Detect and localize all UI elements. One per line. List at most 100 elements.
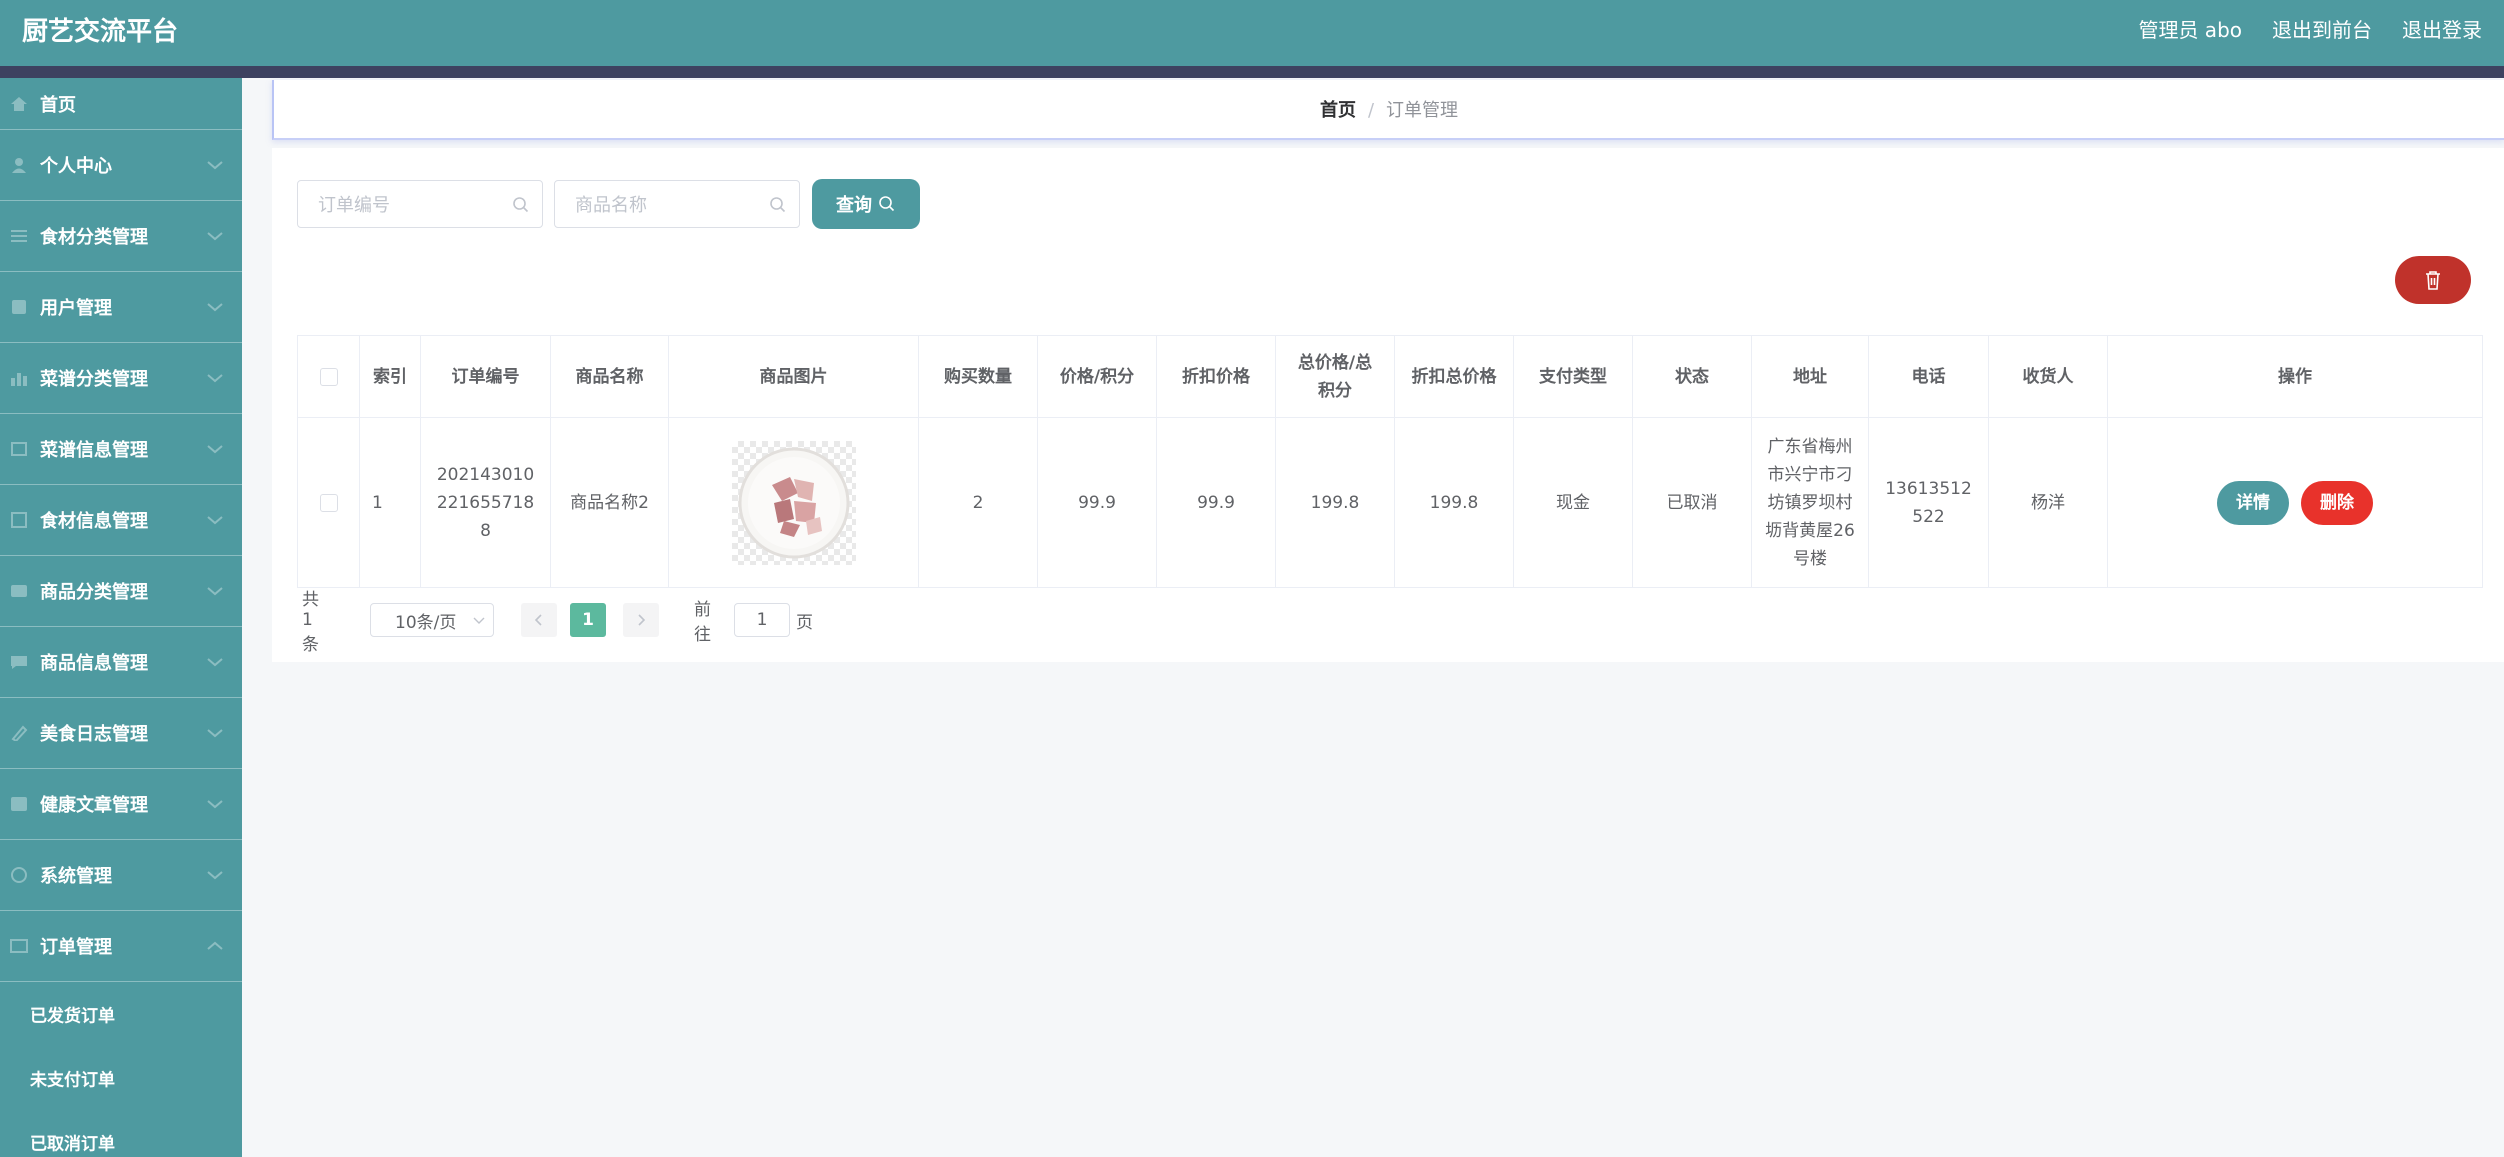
sidebar-subitem-shipped-orders[interactable]: 已发货订单 bbox=[0, 982, 242, 1046]
row-select[interactable] bbox=[298, 418, 360, 588]
chevron-down-icon bbox=[207, 161, 223, 170]
sidebar-item-label: 食材信息管理 bbox=[40, 511, 148, 532]
chevron-down-icon bbox=[207, 729, 223, 738]
column-header: 状态 bbox=[1633, 336, 1752, 417]
table-header: 索引 订单编号 商品名称 商品图片 购买数量 价格/积分 折扣价格 总价格/总积… bbox=[298, 336, 2482, 418]
column-header: 索引 bbox=[360, 336, 421, 417]
page-size-value: 10条/页 bbox=[395, 612, 457, 633]
column-header: 支付类型 bbox=[1514, 336, 1633, 417]
sidebar-item-ingredient-category[interactable]: 食材分类管理 bbox=[0, 201, 242, 272]
logout-link[interactable]: 退出登录 bbox=[2402, 14, 2482, 43]
chevron-down-icon bbox=[207, 374, 223, 383]
chevron-down-icon bbox=[207, 232, 223, 241]
cell-total: 199.8 bbox=[1276, 418, 1395, 588]
query-button-label: 查询 bbox=[836, 195, 872, 216]
sidebar-item-label: 食材分类管理 bbox=[40, 227, 148, 248]
column-header: 折扣价格 bbox=[1157, 336, 1276, 417]
column-header: 收货人 bbox=[1989, 336, 2108, 417]
goods-name-search[interactable] bbox=[554, 180, 800, 228]
goto-suffix: 页 bbox=[796, 612, 813, 633]
chevron-down-icon bbox=[207, 800, 223, 809]
column-header: 折扣总价格 bbox=[1395, 336, 1514, 417]
app-title: 厨艺交流平台 bbox=[22, 17, 179, 47]
sidebar-item-goods-info[interactable]: 商品信息管理 bbox=[0, 627, 242, 698]
page-number-current[interactable]: 1 bbox=[570, 603, 606, 637]
sidebar-item-label: 商品分类管理 bbox=[40, 582, 148, 603]
cell-receiver: 杨洋 bbox=[1989, 418, 2108, 588]
page-size-select[interactable]: 10条/页 bbox=[370, 603, 494, 637]
cell-goods-name: 商品名称2 bbox=[551, 418, 669, 588]
home-icon bbox=[10, 96, 28, 112]
goto-page-input[interactable]: 1 bbox=[734, 603, 790, 637]
select-all-checkbox[interactable] bbox=[319, 367, 338, 386]
chevron-down-icon bbox=[207, 658, 223, 667]
top-actions: 管理员 abo 退出到前台 退出登录 bbox=[2138, 14, 2482, 43]
bar-chart-icon bbox=[10, 370, 28, 386]
sidebar-item-label: 首页 bbox=[40, 94, 76, 116]
diary-icon bbox=[10, 725, 28, 743]
goods-icon bbox=[10, 654, 28, 670]
cell-discount-price: 99.9 bbox=[1157, 418, 1276, 588]
sidebar-item-label: 用户管理 bbox=[40, 298, 112, 319]
pagination-total: 共 1 条 bbox=[302, 590, 319, 655]
admin-label: 管理员 abo bbox=[2138, 18, 2242, 42]
sidebar-item-order-management[interactable]: 订单管理 bbox=[0, 911, 242, 982]
sidebar-item-label: 菜谱信息管理 bbox=[40, 440, 148, 461]
sidebar-subitem-unpaid-orders[interactable]: 未支付订单 bbox=[0, 1046, 242, 1110]
sidebar-item-food-diary[interactable]: 美食日志管理 bbox=[0, 698, 242, 769]
search-icon bbox=[879, 196, 895, 212]
sidebar-item-system[interactable]: 系统管理 bbox=[0, 840, 242, 911]
sidebar-item-user-management[interactable]: 用户管理 bbox=[0, 272, 242, 343]
goods-image bbox=[731, 441, 856, 565]
breadcrumb: 首页 / 订单管理 bbox=[1320, 96, 1458, 122]
sidebar-subitem-cancelled-orders[interactable]: 已取消订单 bbox=[0, 1110, 242, 1157]
column-header: 价格/积分 bbox=[1038, 336, 1157, 417]
article-icon bbox=[10, 796, 28, 812]
chevron-down-icon bbox=[207, 587, 223, 596]
chevron-up-icon bbox=[207, 941, 223, 950]
row-checkbox[interactable] bbox=[319, 494, 338, 512]
header-stripe bbox=[0, 66, 2504, 78]
sidebar-item-home[interactable]: 首页 bbox=[0, 78, 242, 130]
order-number-search[interactable] bbox=[297, 180, 543, 228]
detail-button[interactable]: 详情 bbox=[2217, 481, 2289, 525]
prev-page-button[interactable] bbox=[521, 603, 557, 637]
delete-button[interactable]: 删除 bbox=[2301, 481, 2373, 525]
list-icon bbox=[10, 228, 28, 244]
query-button[interactable]: 查询 bbox=[812, 179, 920, 229]
header-select-all[interactable] bbox=[298, 336, 360, 417]
sidebar-item-label: 商品信息管理 bbox=[40, 653, 148, 674]
sidebar-item-personal-center[interactable]: 个人中心 bbox=[0, 130, 242, 201]
chevron-down-icon bbox=[207, 303, 223, 312]
chevron-left-icon bbox=[534, 614, 542, 626]
sidebar-item-health-articles[interactable]: 健康文章管理 bbox=[0, 769, 242, 840]
batch-delete-button[interactable] bbox=[2395, 256, 2471, 304]
sidebar-subitem-label: 未支付订单 bbox=[30, 1070, 115, 1091]
sidebar: 首页 个人中心 食材分类管理 用户管理 菜谱分类管理 菜谱信息管理 食材信息管理… bbox=[0, 78, 242, 1157]
column-header: 电话 bbox=[1869, 336, 1989, 417]
sidebar-item-label: 系统管理 bbox=[40, 866, 112, 887]
sidebar-item-recipe-info[interactable]: 菜谱信息管理 bbox=[0, 414, 242, 485]
column-header: 订单编号 bbox=[421, 336, 551, 417]
cell-price: 99.9 bbox=[1038, 418, 1157, 588]
cell-address: 广东省梅州市兴宁市刁坊镇罗坝村坜背黄屋26号楼 bbox=[1752, 418, 1869, 588]
goods-category-icon bbox=[10, 583, 28, 599]
cell-goods-image bbox=[669, 418, 919, 588]
sidebar-item-label: 个人中心 bbox=[40, 156, 112, 177]
top-bar: 厨艺交流平台 管理员 abo 退出到前台 退出登录 bbox=[0, 0, 2504, 66]
next-page-button[interactable] bbox=[623, 603, 659, 637]
goods-name-input[interactable] bbox=[573, 191, 767, 219]
order-number-input[interactable] bbox=[316, 191, 510, 219]
sidebar-item-recipe-category[interactable]: 菜谱分类管理 bbox=[0, 343, 242, 414]
search-icon bbox=[513, 197, 529, 213]
back-to-frontend-link[interactable]: 退出到前台 bbox=[2272, 14, 2372, 43]
cell-quantity: 2 bbox=[919, 418, 1038, 588]
column-header: 购买数量 bbox=[919, 336, 1038, 417]
breadcrumb-home[interactable]: 首页 bbox=[1320, 100, 1356, 121]
cell-actions: 详情 删除 bbox=[2108, 418, 2482, 588]
cell-index: 1 bbox=[360, 418, 421, 588]
search-icon bbox=[770, 197, 786, 213]
sidebar-item-goods-category[interactable]: 商品分类管理 bbox=[0, 556, 242, 627]
sidebar-subitem-label: 已取消订单 bbox=[30, 1134, 115, 1155]
sidebar-item-ingredient-info[interactable]: 食材信息管理 bbox=[0, 485, 242, 556]
